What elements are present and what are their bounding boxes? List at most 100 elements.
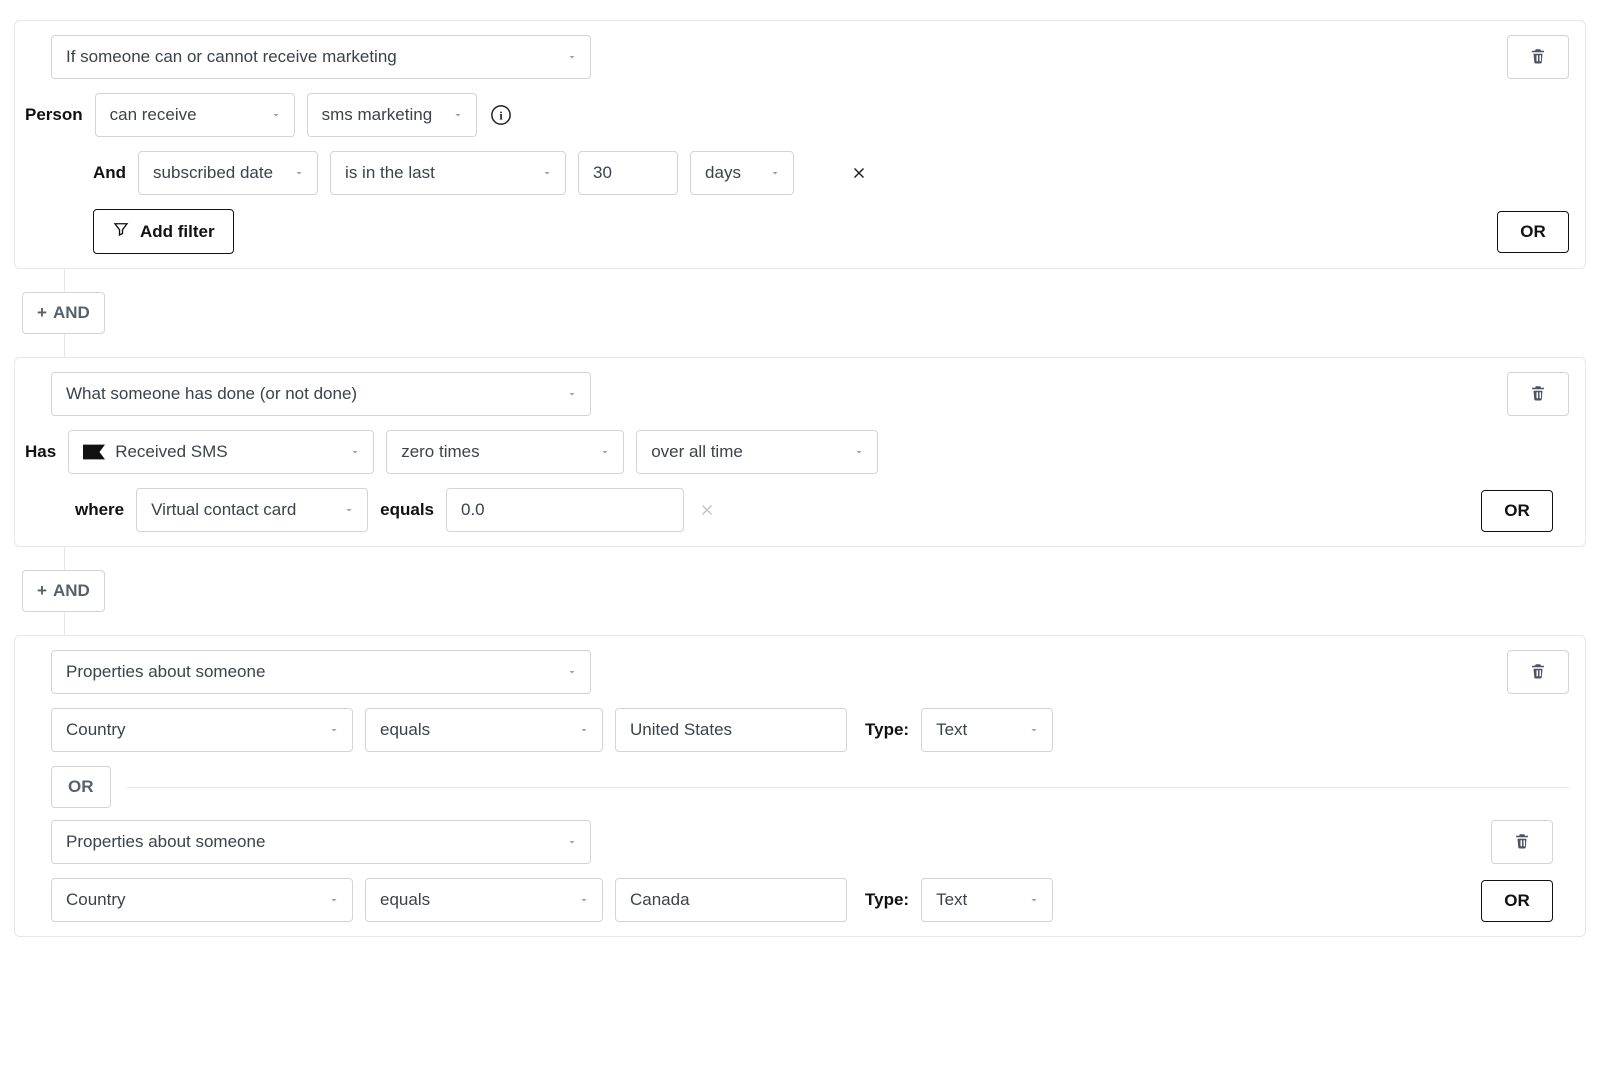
person-label: Person bbox=[25, 105, 83, 125]
property-value-input[interactable] bbox=[615, 708, 847, 752]
inner-or-divider: OR bbox=[51, 766, 1569, 808]
chevron-down-icon bbox=[452, 109, 464, 121]
or-label: OR bbox=[1504, 501, 1530, 520]
count-label: zero times bbox=[401, 442, 479, 462]
has-label: Has bbox=[25, 442, 56, 462]
add-and-button[interactable]: + AND bbox=[22, 570, 105, 612]
timeframe-label: over all time bbox=[651, 442, 743, 462]
add-filter-label: Add filter bbox=[140, 222, 215, 242]
chevron-down-icon bbox=[541, 167, 553, 179]
value-input[interactable] bbox=[578, 151, 678, 195]
timeframe-select[interactable]: over all time bbox=[636, 430, 878, 474]
connector: + AND bbox=[14, 547, 1586, 635]
chevron-down-icon bbox=[566, 666, 578, 678]
flag-icon bbox=[83, 444, 105, 460]
chevron-down-icon bbox=[1028, 894, 1040, 906]
where-op-label: equals bbox=[380, 500, 434, 520]
operator-label: is in the last bbox=[345, 163, 435, 183]
connector: + AND bbox=[14, 269, 1586, 357]
trash-icon bbox=[1529, 662, 1547, 683]
and-label: AND bbox=[53, 581, 90, 601]
chevron-down-icon bbox=[566, 51, 578, 63]
property-op-label: equals bbox=[380, 720, 430, 740]
unit-label: days bbox=[705, 163, 741, 183]
trash-icon bbox=[1529, 47, 1547, 68]
delete-button[interactable] bbox=[1507, 35, 1569, 79]
trash-icon bbox=[1529, 384, 1547, 405]
where-field-select[interactable]: Virtual contact card bbox=[136, 488, 368, 532]
chevron-down-icon bbox=[566, 836, 578, 848]
type-value-label: Text bbox=[936, 720, 967, 740]
condition-block-2: What someone has done (or not done) Has … bbox=[14, 357, 1586, 547]
inner-or-button[interactable]: OR bbox=[51, 766, 111, 808]
chevron-down-icon bbox=[343, 504, 355, 516]
type-select[interactable]: Text bbox=[921, 878, 1053, 922]
or-label: OR bbox=[1504, 891, 1530, 910]
property-value-input[interactable] bbox=[615, 878, 847, 922]
inner-or-label: OR bbox=[68, 777, 94, 796]
operator-select[interactable]: is in the last bbox=[330, 151, 566, 195]
chevron-down-icon bbox=[328, 724, 340, 736]
trash-icon bbox=[1513, 832, 1531, 853]
property-field-select[interactable]: Country bbox=[51, 708, 353, 752]
metric-select[interactable]: Received SMS bbox=[68, 430, 374, 474]
type-label: Type: bbox=[865, 720, 909, 740]
chevron-down-icon bbox=[270, 109, 282, 121]
condition-type-label: If someone can or cannot receive marketi… bbox=[66, 47, 397, 67]
chevron-down-icon bbox=[1028, 724, 1040, 736]
divider-line bbox=[127, 787, 1570, 788]
chevron-down-icon bbox=[293, 167, 305, 179]
type-value-label: Text bbox=[936, 890, 967, 910]
chevron-down-icon bbox=[328, 894, 340, 906]
chevron-down-icon bbox=[853, 446, 865, 458]
delete-button[interactable] bbox=[1491, 820, 1553, 864]
or-button[interactable]: OR bbox=[1481, 880, 1553, 922]
remove-where-button[interactable] bbox=[696, 499, 718, 521]
add-filter-button[interactable]: Add filter bbox=[93, 209, 234, 254]
add-and-button[interactable]: + AND bbox=[22, 292, 105, 334]
type-select[interactable]: Text bbox=[921, 708, 1053, 752]
delete-button[interactable] bbox=[1507, 372, 1569, 416]
condition-type-label: Properties about someone bbox=[66, 662, 265, 682]
channel-select[interactable]: sms marketing bbox=[307, 93, 477, 137]
count-select[interactable]: zero times bbox=[386, 430, 624, 474]
remove-subcondition-button[interactable] bbox=[848, 162, 870, 184]
subfield-select[interactable]: subscribed date bbox=[138, 151, 318, 195]
property-op-select[interactable]: equals bbox=[365, 878, 603, 922]
delete-button[interactable] bbox=[1507, 650, 1569, 694]
condition-block-3: Properties about someone Country equals … bbox=[14, 635, 1586, 937]
chevron-down-icon bbox=[599, 446, 611, 458]
where-label: where bbox=[75, 500, 124, 520]
can-receive-label: can receive bbox=[110, 105, 197, 125]
condition-type-select[interactable]: Properties about someone bbox=[51, 820, 591, 864]
svg-text:i: i bbox=[499, 109, 503, 123]
unit-select[interactable]: days bbox=[690, 151, 794, 195]
filter-icon bbox=[112, 220, 130, 243]
property-op-select[interactable]: equals bbox=[365, 708, 603, 752]
property-field-label: Country bbox=[66, 720, 126, 740]
info-icon[interactable]: i bbox=[489, 103, 513, 127]
channel-label: sms marketing bbox=[322, 105, 433, 125]
condition-type-select[interactable]: What someone has done (or not done) bbox=[51, 372, 591, 416]
plus-icon: + bbox=[37, 581, 47, 601]
chevron-down-icon bbox=[578, 724, 590, 736]
where-field-label: Virtual contact card bbox=[151, 500, 296, 520]
condition-block-1: If someone can or cannot receive marketi… bbox=[14, 20, 1586, 269]
where-value-input[interactable] bbox=[446, 488, 684, 532]
subfield-label: subscribed date bbox=[153, 163, 273, 183]
chevron-down-icon bbox=[578, 894, 590, 906]
property-field-label: Country bbox=[66, 890, 126, 910]
and-label: AND bbox=[53, 303, 90, 323]
chevron-down-icon bbox=[769, 167, 781, 179]
can-receive-select[interactable]: can receive bbox=[95, 93, 295, 137]
chevron-down-icon bbox=[566, 388, 578, 400]
or-button[interactable]: OR bbox=[1481, 490, 1553, 532]
and-label: And bbox=[93, 163, 126, 183]
condition-type-select[interactable]: If someone can or cannot receive marketi… bbox=[51, 35, 591, 79]
condition-type-select[interactable]: Properties about someone bbox=[51, 650, 591, 694]
or-button[interactable]: OR bbox=[1497, 211, 1569, 253]
condition-type-label: Properties about someone bbox=[66, 832, 265, 852]
or-label: OR bbox=[1520, 222, 1546, 241]
metric-label: Received SMS bbox=[115, 442, 227, 462]
property-field-select[interactable]: Country bbox=[51, 878, 353, 922]
